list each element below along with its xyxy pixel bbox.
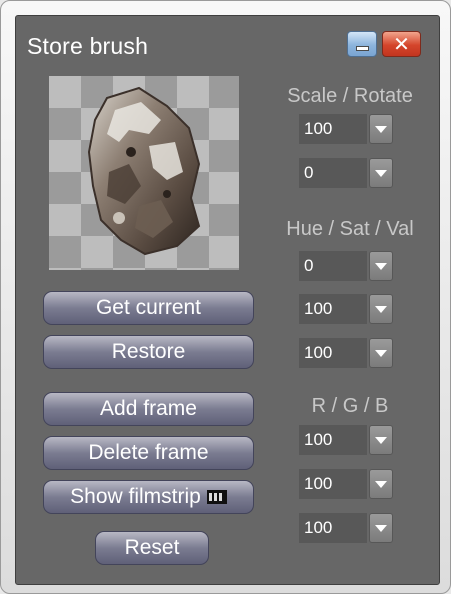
green-value[interactable]: 100 bbox=[299, 469, 367, 499]
close-icon: ✕ bbox=[393, 32, 410, 56]
rotate-value[interactable]: 0 bbox=[299, 158, 367, 188]
red-value[interactable]: 100 bbox=[299, 425, 367, 455]
show-filmstrip-button[interactable]: Show filmstrip bbox=[43, 480, 254, 514]
store-brush-window: Store brush ✕ Scale / Rotate 100 0 Hue /… bbox=[0, 0, 451, 594]
restore-button[interactable]: Restore bbox=[43, 335, 254, 369]
rgb-label: R / G / B bbox=[311, 395, 389, 417]
brush-preview-image bbox=[87, 86, 201, 256]
chevron-down-icon[interactable] bbox=[369, 114, 393, 144]
reset-button[interactable]: Reset bbox=[95, 531, 209, 565]
chevron-down-icon[interactable] bbox=[369, 251, 393, 281]
chevron-down-icon[interactable] bbox=[369, 513, 393, 543]
minimize-button[interactable] bbox=[347, 31, 377, 57]
val-value[interactable]: 100 bbox=[299, 338, 367, 368]
hue-dropdown[interactable]: 0 bbox=[299, 251, 393, 281]
green-dropdown[interactable]: 100 bbox=[299, 469, 393, 499]
chevron-down-icon[interactable] bbox=[369, 338, 393, 368]
scale-rotate-label: Scale / Rotate bbox=[287, 85, 413, 107]
chevron-down-icon[interactable] bbox=[369, 294, 393, 324]
window-title: Store brush bbox=[27, 33, 149, 59]
red-dropdown[interactable]: 100 bbox=[299, 425, 393, 455]
val-dropdown[interactable]: 100 bbox=[299, 338, 393, 368]
close-button[interactable]: ✕ bbox=[382, 31, 421, 57]
chevron-down-icon[interactable] bbox=[369, 158, 393, 188]
get-current-button[interactable]: Get current bbox=[43, 291, 254, 325]
blue-value[interactable]: 100 bbox=[299, 513, 367, 543]
chevron-down-icon[interactable] bbox=[369, 469, 393, 499]
rotate-dropdown[interactable]: 0 bbox=[299, 158, 393, 188]
show-filmstrip-label: Show filmstrip bbox=[70, 485, 201, 508]
filmstrip-icon bbox=[206, 490, 227, 504]
sat-dropdown[interactable]: 100 bbox=[299, 294, 393, 324]
blue-dropdown[interactable]: 100 bbox=[299, 513, 393, 543]
hue-sat-val-label: Hue / Sat / Val bbox=[286, 218, 414, 240]
sat-value[interactable]: 100 bbox=[299, 294, 367, 324]
add-frame-button[interactable]: Add frame bbox=[43, 392, 254, 426]
hue-value[interactable]: 0 bbox=[299, 251, 367, 281]
scale-dropdown[interactable]: 100 bbox=[299, 114, 393, 144]
delete-frame-button[interactable]: Delete frame bbox=[43, 436, 254, 470]
brush-preview bbox=[49, 76, 239, 270]
minimize-icon bbox=[356, 46, 369, 51]
chevron-down-icon[interactable] bbox=[369, 425, 393, 455]
scale-value[interactable]: 100 bbox=[299, 114, 367, 144]
